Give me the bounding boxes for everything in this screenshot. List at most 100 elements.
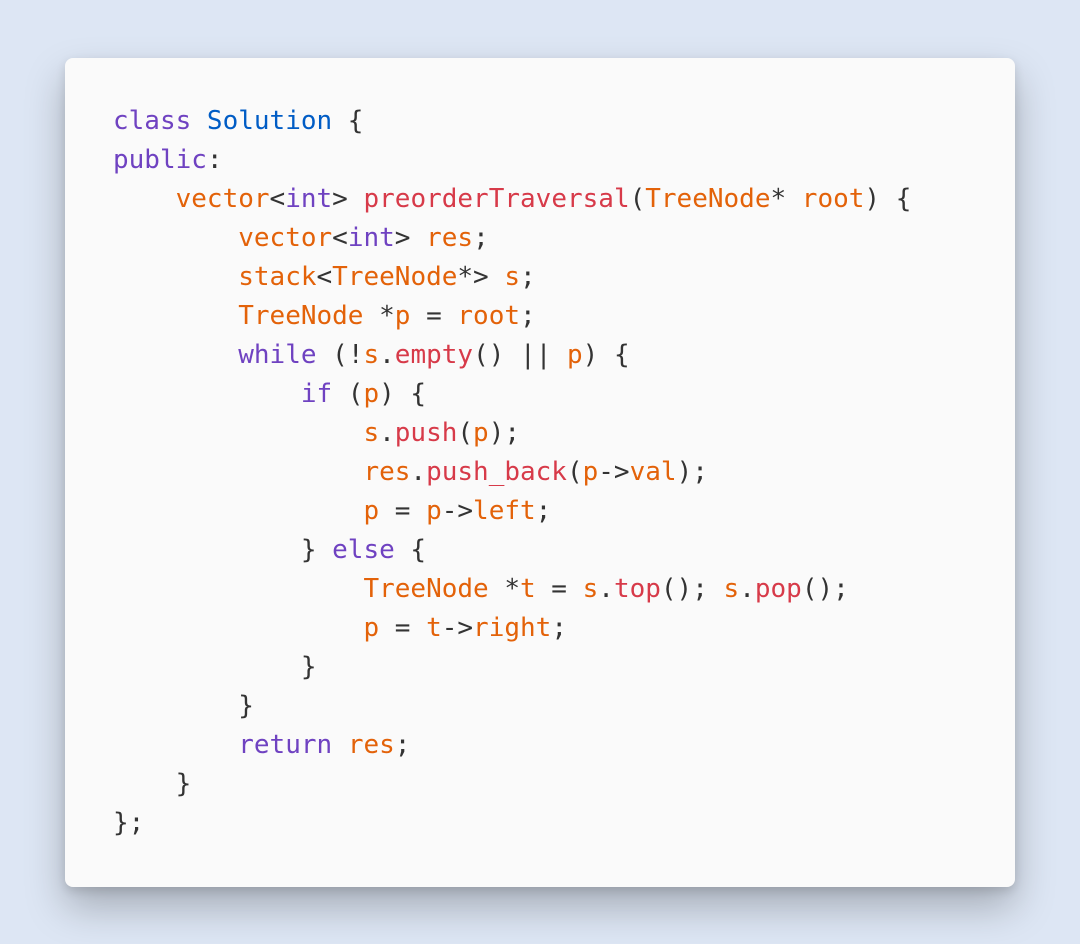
code-token: preorderTraversal bbox=[363, 184, 629, 214]
code-token: ; bbox=[520, 301, 536, 331]
code-token bbox=[113, 613, 363, 643]
code-token: root bbox=[802, 184, 865, 214]
code-token bbox=[332, 730, 348, 760]
code-token: -> bbox=[442, 613, 473, 643]
code-token: p bbox=[473, 418, 489, 448]
code-token: ( bbox=[457, 418, 473, 448]
code-token: { bbox=[332, 106, 363, 136]
code-token: if bbox=[301, 379, 332, 409]
code-token bbox=[113, 379, 301, 409]
code-token bbox=[113, 574, 363, 604]
code-token: vector bbox=[238, 223, 332, 253]
code-token bbox=[113, 301, 238, 331]
code-token bbox=[113, 340, 238, 370]
code-token: = bbox=[379, 613, 426, 643]
code-token bbox=[113, 418, 363, 448]
code-token: { bbox=[395, 535, 426, 565]
code-card: class Solution { public: vector<int> pre… bbox=[65, 58, 1015, 887]
code-token: ( bbox=[567, 457, 583, 487]
code-token: root bbox=[457, 301, 520, 331]
code-token bbox=[113, 730, 238, 760]
code-token: * bbox=[363, 301, 394, 331]
code-token: push_back bbox=[426, 457, 567, 487]
code-token: . bbox=[379, 340, 395, 370]
code-token: ( bbox=[630, 184, 646, 214]
code-token: p bbox=[567, 340, 583, 370]
code-token: s bbox=[504, 262, 520, 292]
code-token: . bbox=[598, 574, 614, 604]
code-token: < bbox=[317, 262, 333, 292]
code-token: left bbox=[473, 496, 536, 526]
code-token: } bbox=[113, 691, 254, 721]
code-token: } bbox=[113, 535, 332, 565]
code-token: * bbox=[770, 184, 801, 214]
code-token: -> bbox=[442, 496, 473, 526]
code-token: . bbox=[739, 574, 755, 604]
code-token: empty bbox=[395, 340, 473, 370]
code-block: class Solution { public: vector<int> pre… bbox=[113, 102, 967, 843]
code-token: (); bbox=[661, 574, 724, 604]
code-token: vector bbox=[176, 184, 270, 214]
code-token: -> bbox=[598, 457, 629, 487]
code-token: int bbox=[348, 223, 395, 253]
code-token: s bbox=[583, 574, 599, 604]
code-token: TreeNode bbox=[363, 574, 488, 604]
code-token: s bbox=[363, 340, 379, 370]
code-token: p bbox=[363, 613, 379, 643]
code-token bbox=[113, 223, 238, 253]
code-token: t bbox=[426, 613, 442, 643]
code-token bbox=[113, 496, 363, 526]
code-token: stack bbox=[238, 262, 316, 292]
code-token: *> bbox=[457, 262, 504, 292]
code-token: p bbox=[363, 496, 379, 526]
code-token: ; bbox=[536, 496, 552, 526]
code-token: : bbox=[207, 145, 223, 175]
code-token: > bbox=[395, 223, 426, 253]
code-token: class bbox=[113, 106, 207, 136]
code-token: () || bbox=[473, 340, 567, 370]
code-token: * bbox=[489, 574, 520, 604]
code-token: } bbox=[113, 652, 317, 682]
code-token: p bbox=[583, 457, 599, 487]
code-token: }; bbox=[113, 808, 144, 838]
code-token: p bbox=[395, 301, 411, 331]
code-token: ; bbox=[473, 223, 489, 253]
code-token: p bbox=[363, 379, 379, 409]
code-token: < bbox=[332, 223, 348, 253]
code-token: TreeNode bbox=[238, 301, 363, 331]
code-token: t bbox=[520, 574, 536, 604]
code-token: > bbox=[332, 184, 363, 214]
code-token: return bbox=[238, 730, 332, 760]
code-token: Solution bbox=[207, 106, 332, 136]
code-token: res bbox=[363, 457, 410, 487]
code-token: . bbox=[410, 457, 426, 487]
code-token bbox=[113, 262, 238, 292]
code-token: s bbox=[724, 574, 740, 604]
code-token: else bbox=[332, 535, 395, 565]
code-token: ) { bbox=[379, 379, 426, 409]
code-token: = bbox=[379, 496, 426, 526]
code-token: ; bbox=[520, 262, 536, 292]
code-token: ); bbox=[677, 457, 708, 487]
code-token: = bbox=[410, 301, 457, 331]
code-token: int bbox=[285, 184, 332, 214]
code-token: ( bbox=[332, 379, 363, 409]
code-token bbox=[113, 184, 176, 214]
code-token: pop bbox=[755, 574, 802, 604]
code-token: public bbox=[113, 145, 207, 175]
code-token: = bbox=[536, 574, 583, 604]
code-token: res bbox=[426, 223, 473, 253]
code-token: top bbox=[614, 574, 661, 604]
code-token: (); bbox=[802, 574, 849, 604]
code-token: val bbox=[630, 457, 677, 487]
code-token: while bbox=[238, 340, 316, 370]
code-token: TreeNode bbox=[645, 184, 770, 214]
code-token: . bbox=[379, 418, 395, 448]
code-token: res bbox=[348, 730, 395, 760]
code-token: } bbox=[113, 769, 191, 799]
code-token: ; bbox=[551, 613, 567, 643]
code-token: ) { bbox=[583, 340, 630, 370]
code-token: (! bbox=[317, 340, 364, 370]
code-token: < bbox=[270, 184, 286, 214]
code-token: ); bbox=[489, 418, 520, 448]
